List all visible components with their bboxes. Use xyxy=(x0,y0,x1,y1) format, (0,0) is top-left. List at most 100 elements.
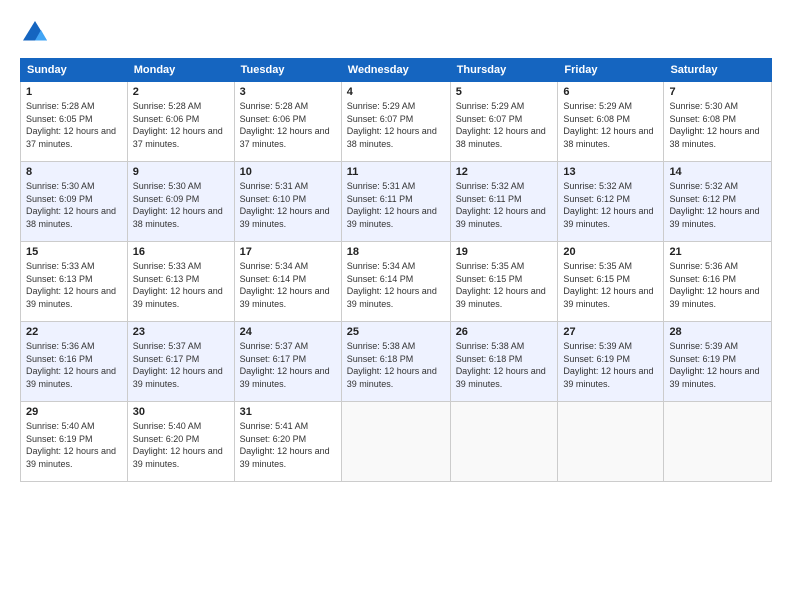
day-number: 29 xyxy=(26,406,122,418)
day-info: Sunrise: 5:32 AMSunset: 6:11 PMDaylight:… xyxy=(456,180,553,230)
header xyxy=(20,18,772,48)
day-number: 13 xyxy=(563,166,658,178)
header-tuesday: Tuesday xyxy=(234,59,341,82)
calendar-day-20: 20Sunrise: 5:35 AMSunset: 6:15 PMDayligh… xyxy=(558,242,664,322)
calendar-day-6: 6 Sunrise: 5:29 AMSunset: 6:08 PMDaylight… xyxy=(558,82,664,162)
day-info: Sunrise: 5:34 AMSunset: 6:14 PMDaylight:… xyxy=(347,260,445,310)
day-info: Sunrise: 5:30 AMSunset: 6:09 PMDaylight:… xyxy=(26,180,122,230)
day-info: Sunrise: 5:31 AMSunset: 6:11 PMDaylight:… xyxy=(347,180,445,230)
day-number: 8 xyxy=(26,166,122,178)
calendar-day-19: 19 Sunrise: 5:35 AMSunset: 6:15 PMDayligh… xyxy=(450,242,558,322)
page: SundayMondayTuesdayWednesdayThursdayFrid… xyxy=(0,0,792,612)
day-info: Sunrise: 5:28 AMSunset: 6:05 PMDaylight:… xyxy=(26,100,122,150)
day-number: 18 xyxy=(347,246,445,258)
day-info: Sunrise: 5:39 AMSunset: 6:19 PMDaylight:… xyxy=(669,340,766,390)
day-number: 10 xyxy=(240,166,336,178)
calendar-day-5: 5 Sunrise: 5:29 AMSunset: 6:07 PMDaylight… xyxy=(450,82,558,162)
day-number: 31 xyxy=(240,406,336,418)
day-number: 19 xyxy=(456,246,553,258)
day-info: Sunrise: 5:29 AMSunset: 6:07 PMDaylight:… xyxy=(347,100,445,150)
day-number: 30 xyxy=(133,406,229,418)
day-info: Sunrise: 5:29 AMSunset: 6:07 PMDaylight:… xyxy=(456,100,553,150)
calendar-day-21: 21 Sunrise: 5:36 AMSunset: 6:16 PMDayligh… xyxy=(664,242,772,322)
day-info: Sunrise: 5:30 AMSunset: 6:09 PMDaylight:… xyxy=(133,180,229,230)
calendar-day-30: 30 Sunrise: 5:40 AMSunset: 6:20 PMDayligh… xyxy=(127,402,234,482)
day-number: 16 xyxy=(133,246,229,258)
day-number: 4 xyxy=(347,86,445,98)
day-number: 26 xyxy=(456,326,553,338)
day-info: Sunrise: 5:34 AMSunset: 6:14 PMDaylight:… xyxy=(240,260,336,310)
day-info: Sunrise: 5:30 AMSunset: 6:08 PMDaylight:… xyxy=(669,100,766,150)
day-number: 2 xyxy=(133,86,229,98)
calendar-week-4: 22Sunrise: 5:36 AMSunset: 6:16 PMDayligh… xyxy=(21,322,772,402)
calendar-day-11: 11 Sunrise: 5:31 AMSunset: 6:11 PMDayligh… xyxy=(341,162,450,242)
day-info: Sunrise: 5:29 AMSunset: 6:08 PMDaylight:… xyxy=(563,100,658,150)
calendar-day-27: 27Sunrise: 5:39 AMSunset: 6:19 PMDayligh… xyxy=(558,322,664,402)
calendar-day-31: 31 Sunrise: 5:41 AMSunset: 6:20 PMDayligh… xyxy=(234,402,341,482)
calendar-day-16: 16 Sunrise: 5:33 AMSunset: 6:13 PMDayligh… xyxy=(127,242,234,322)
empty-cell xyxy=(450,402,558,482)
calendar-day-8: 8 Sunrise: 5:30 AMSunset: 6:09 PMDaylight… xyxy=(21,162,128,242)
empty-cell xyxy=(558,402,664,482)
calendar-week-2: 8 Sunrise: 5:30 AMSunset: 6:09 PMDaylight… xyxy=(21,162,772,242)
day-number: 1 xyxy=(26,86,122,98)
day-info: Sunrise: 5:33 AMSunset: 6:13 PMDaylight:… xyxy=(133,260,229,310)
calendar-day-1: 1 Sunrise: 5:28 AMSunset: 6:05 PMDaylight… xyxy=(21,82,128,162)
calendar-table: SundayMondayTuesdayWednesdayThursdayFrid… xyxy=(20,58,772,482)
calendar-day-14: 14 Sunrise: 5:32 AMSunset: 6:12 PMDayligh… xyxy=(664,162,772,242)
header-wednesday: Wednesday xyxy=(341,59,450,82)
day-info: Sunrise: 5:36 AMSunset: 6:16 PMDaylight:… xyxy=(669,260,766,310)
calendar-week-1: 1 Sunrise: 5:28 AMSunset: 6:05 PMDaylight… xyxy=(21,82,772,162)
calendar-day-15: 15Sunrise: 5:33 AMSunset: 6:13 PMDayligh… xyxy=(21,242,128,322)
day-number: 9 xyxy=(133,166,229,178)
day-number: 3 xyxy=(240,86,336,98)
calendar-day-26: 26Sunrise: 5:38 AMSunset: 6:18 PMDayligh… xyxy=(450,322,558,402)
calendar-day-12: 12 Sunrise: 5:32 AMSunset: 6:11 PMDayligh… xyxy=(450,162,558,242)
calendar-header-row: SundayMondayTuesdayWednesdayThursdayFrid… xyxy=(21,59,772,82)
calendar-day-4: 4 Sunrise: 5:29 AMSunset: 6:07 PMDaylight… xyxy=(341,82,450,162)
day-number: 7 xyxy=(669,86,766,98)
day-info: Sunrise: 5:38 AMSunset: 6:18 PMDaylight:… xyxy=(347,340,445,390)
calendar-week-3: 15 Sunrise: 5:33 AMSunset: 6:13 PMDayligh… xyxy=(21,242,772,322)
calendar-day-13: 13Sunrise: 5:32 AMSunset: 6:12 PMDayligh… xyxy=(558,162,664,242)
day-number: 11 xyxy=(347,166,445,178)
day-info: Sunrise: 5:32 AMSunset: 6:12 PMDaylight:… xyxy=(669,180,766,230)
empty-cell xyxy=(341,402,450,482)
calendar-day-9: 9 Sunrise: 5:30 AMSunset: 6:09 PMDaylight… xyxy=(127,162,234,242)
calendar-day-17: 17 Sunrise: 5:34 AMSunset: 6:14 PMDayligh… xyxy=(234,242,341,322)
day-number: 15 xyxy=(26,246,122,258)
day-info: Sunrise: 5:37 AMSunset: 6:17 PMDaylight:… xyxy=(240,340,336,390)
day-number: 17 xyxy=(240,246,336,258)
day-number: 6 xyxy=(563,86,658,98)
day-info: Sunrise: 5:40 AMSunset: 6:19 PMDaylight:… xyxy=(26,420,122,470)
calendar-day-22: 22Sunrise: 5:36 AMSunset: 6:16 PMDayligh… xyxy=(21,322,128,402)
day-number: 28 xyxy=(669,326,766,338)
day-info: Sunrise: 5:41 AMSunset: 6:20 PMDaylight:… xyxy=(240,420,336,470)
calendar-day-7: 7 Sunrise: 5:30 AMSunset: 6:08 PMDaylight… xyxy=(664,82,772,162)
day-number: 14 xyxy=(669,166,766,178)
day-info: Sunrise: 5:35 AMSunset: 6:15 PMDaylight:… xyxy=(456,260,553,310)
calendar-day-3: 3Sunrise: 5:28 AMSunset: 6:06 PMDaylight… xyxy=(234,82,341,162)
day-number: 25 xyxy=(347,326,445,338)
header-thursday: Thursday xyxy=(450,59,558,82)
day-info: Sunrise: 5:39 AMSunset: 6:19 PMDaylight:… xyxy=(563,340,658,390)
calendar-day-28: 28 Sunrise: 5:39 AMSunset: 6:19 PMDayligh… xyxy=(664,322,772,402)
day-info: Sunrise: 5:31 AMSunset: 6:10 PMDaylight:… xyxy=(240,180,336,230)
calendar-day-18: 18 Sunrise: 5:34 AMSunset: 6:14 PMDayligh… xyxy=(341,242,450,322)
calendar-day-23: 23Sunrise: 5:37 AMSunset: 6:17 PMDayligh… xyxy=(127,322,234,402)
day-number: 5 xyxy=(456,86,553,98)
header-sunday: Sunday xyxy=(21,59,128,82)
day-info: Sunrise: 5:37 AMSunset: 6:17 PMDaylight:… xyxy=(133,340,229,390)
calendar-day-25: 25 Sunrise: 5:38 AMSunset: 6:18 PMDayligh… xyxy=(341,322,450,402)
empty-cell xyxy=(664,402,772,482)
logo-icon xyxy=(20,18,50,48)
day-number: 24 xyxy=(240,326,336,338)
calendar-day-2: 2 Sunrise: 5:28 AMSunset: 6:06 PMDaylight… xyxy=(127,82,234,162)
day-info: Sunrise: 5:28 AMSunset: 6:06 PMDaylight:… xyxy=(133,100,229,150)
header-monday: Monday xyxy=(127,59,234,82)
day-number: 21 xyxy=(669,246,766,258)
day-number: 12 xyxy=(456,166,553,178)
day-info: Sunrise: 5:40 AMSunset: 6:20 PMDaylight:… xyxy=(133,420,229,470)
day-number: 22 xyxy=(26,326,122,338)
logo xyxy=(20,18,54,48)
